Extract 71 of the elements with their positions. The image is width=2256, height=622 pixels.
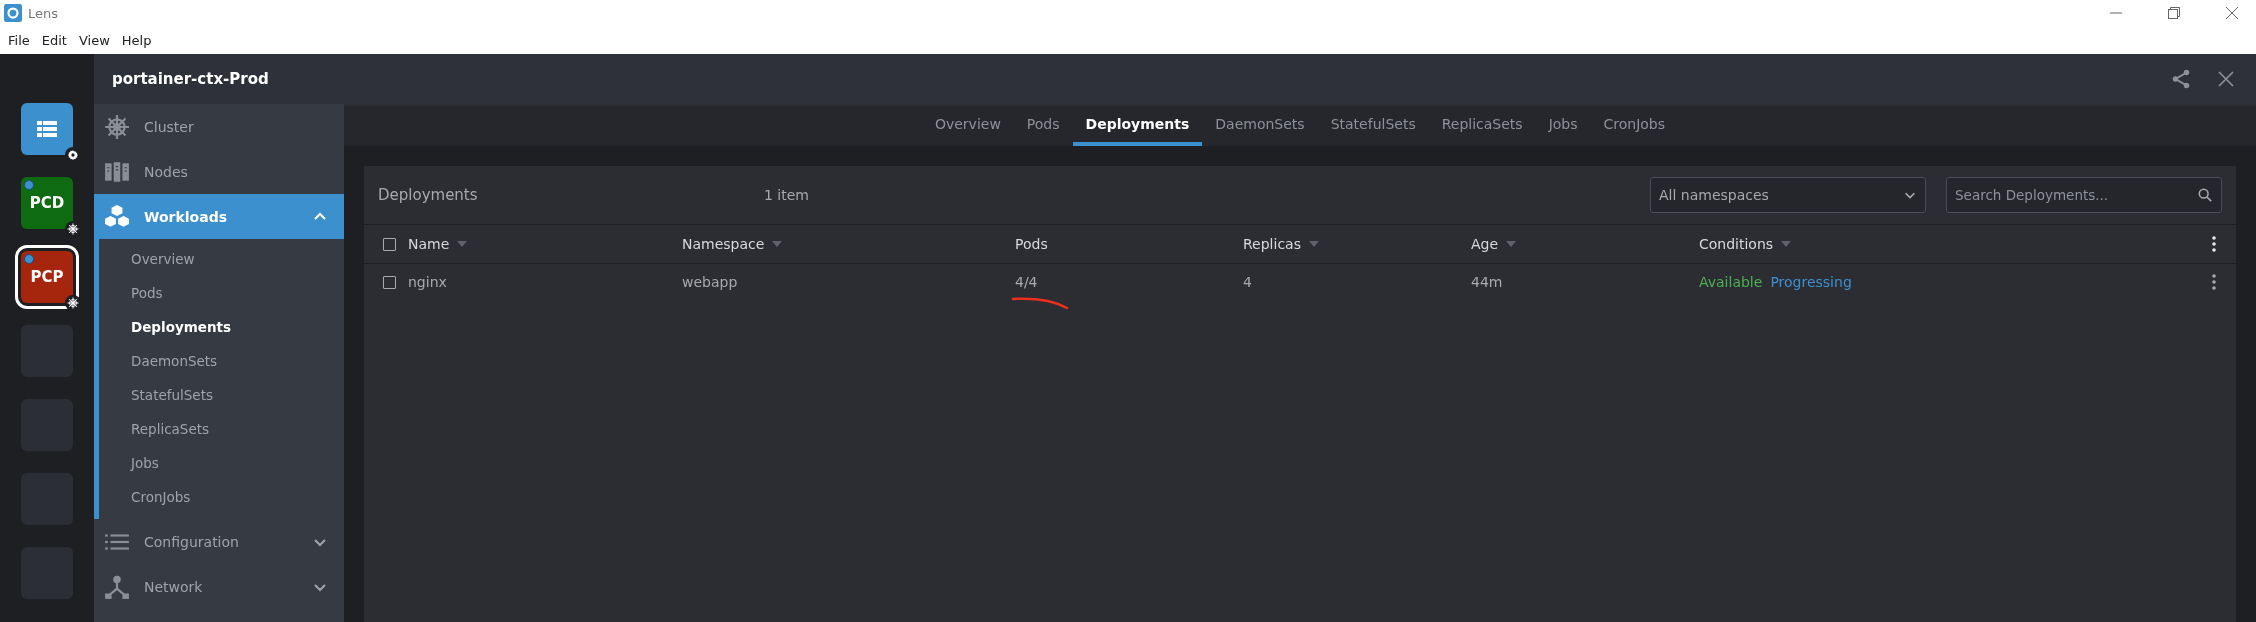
sidebar-subitem[interactable]: Deployments <box>99 310 344 344</box>
table-icon <box>37 121 57 137</box>
namespace-select[interactable]: All namespaces <box>1650 177 1926 213</box>
column-header[interactable]: Namespace <box>682 236 1015 252</box>
status-dot <box>24 180 34 190</box>
network-icon <box>104 573 130 600</box>
sidebar-subitem[interactable]: DaemonSets <box>99 344 344 378</box>
helm-wheel-icon <box>65 295 81 311</box>
window-title: Lens <box>28 5 59 21</box>
sort-caret-icon <box>457 241 468 247</box>
sort-caret-icon <box>1308 241 1319 247</box>
tab[interactable]: Overview <box>921 106 1014 146</box>
tab[interactable]: StatefulSets <box>1317 106 1429 146</box>
sort-caret-icon <box>772 241 783 247</box>
column-header[interactable]: Age <box>1471 236 1699 252</box>
sidebar-item[interactable]: Nodes <box>94 149 344 194</box>
sidebar-subitem[interactable]: Overview <box>99 242 344 276</box>
condition-label: Progressing <box>1770 274 1852 290</box>
menu-item[interactable]: File <box>2 32 36 48</box>
column-menu-icon <box>2211 236 2217 252</box>
app-logo-icon <box>4 4 22 22</box>
menu-item[interactable]: Help <box>115 32 158 48</box>
panel-title: Deployments <box>378 186 479 204</box>
sidebar-subitem[interactable]: Jobs <box>99 446 344 480</box>
catalog-tile[interactable] <box>21 103 73 155</box>
restore-icon <box>2168 7 2180 19</box>
sidebar-subitem[interactable]: StatefulSets <box>99 378 344 412</box>
table-cell: 44m <box>1471 274 1503 290</box>
select-all-checkbox[interactable] <box>382 237 396 251</box>
tab[interactable]: DaemonSets <box>1202 106 1318 146</box>
cluster-tile[interactable]: PCD <box>21 177 73 229</box>
column-header[interactable]: Replicas <box>1243 236 1471 252</box>
tab[interactable]: Pods <box>1013 106 1073 146</box>
sidebar-subitem[interactable]: ReplicaSets <box>99 412 344 446</box>
close-icon <box>2218 71 2234 87</box>
helm-wheel-icon <box>65 221 81 237</box>
gear-icon <box>65 147 81 163</box>
sidebar-item[interactable]: Cluster <box>94 104 344 149</box>
share-icon <box>2170 68 2192 90</box>
column-header[interactable]: Conditions <box>1699 236 2192 252</box>
tab[interactable]: Jobs <box>1535 106 1591 146</box>
item-count: 1 item <box>764 187 809 203</box>
column-header[interactable]: Pods <box>1015 236 1243 252</box>
tab[interactable]: CronJobs <box>1590 106 1679 146</box>
helm-wheel-icon <box>104 113 130 140</box>
table-cell: nginx <box>408 274 447 290</box>
cluster-title: portainer-ctx-Prod <box>112 70 269 88</box>
sort-caret-icon <box>1506 241 1517 247</box>
sidebar-item[interactable]: Network <box>94 564 344 609</box>
sort-caret-icon <box>1781 241 1792 247</box>
sidebar-subitem[interactable]: CronJobs <box>99 480 344 514</box>
row-menu-icon <box>2211 274 2217 290</box>
row-checkbox[interactable] <box>382 275 396 289</box>
cubes-icon <box>104 203 130 230</box>
annotation-scribble <box>1011 296 1071 310</box>
search-icon <box>2198 188 2212 202</box>
sidebar-item[interactable]: Configuration <box>94 519 344 564</box>
table-cell: 4 <box>1243 274 1252 290</box>
tab[interactable]: Deployments <box>1072 106 1203 146</box>
sidebar-item[interactable]: Workloads <box>94 194 344 239</box>
menu-item[interactable]: Edit <box>35 32 73 48</box>
sidebar-subitem[interactable]: Pods <box>99 276 344 310</box>
search-field[interactable]: Search Deployments... <box>1946 177 2222 213</box>
tab[interactable]: ReplicaSets <box>1428 106 1536 146</box>
table-cell: webapp <box>682 274 738 290</box>
column-header[interactable]: Name <box>408 236 682 252</box>
status-dot <box>24 254 34 264</box>
condition-label: Available <box>1699 274 1763 290</box>
close-icon <box>2226 7 2238 19</box>
table-cell: 4/4 <box>1015 274 1038 290</box>
menu-item[interactable]: View <box>72 32 116 48</box>
